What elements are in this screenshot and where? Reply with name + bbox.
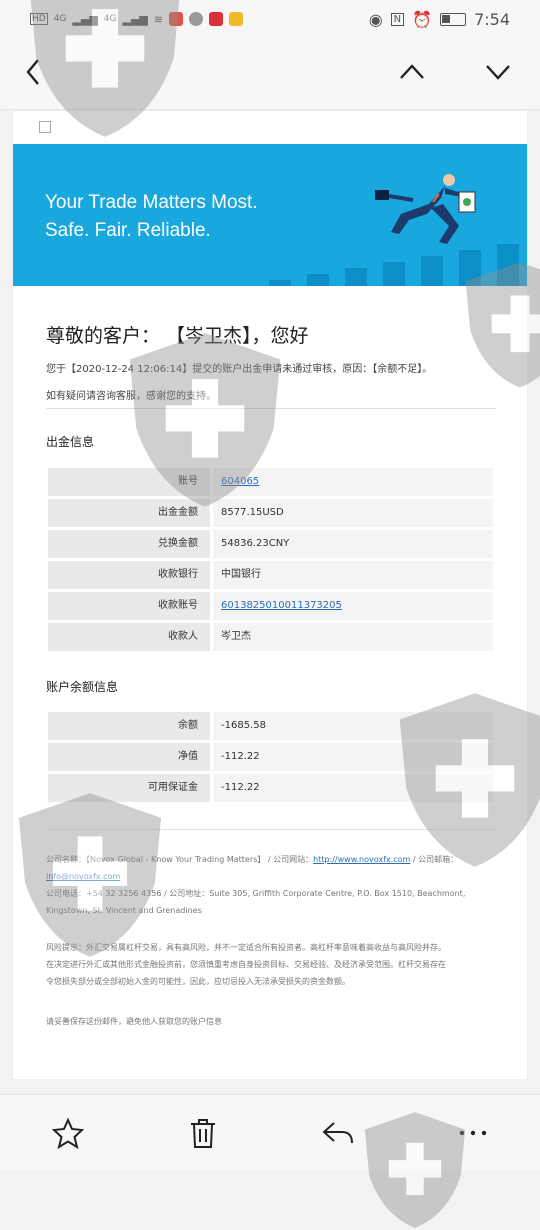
company-phone: 公司电话：+54 32 3256 4356 <box>46 889 162 898</box>
footer-divider <box>46 829 496 830</box>
status-bar: HD 4G ▂▄▆ 4G ▂▄▆ ≋ ◉ N ⏰ 7:54 <box>0 0 540 38</box>
balance-value: -112.22 <box>213 743 493 771</box>
balance-row: 可用保证金 -112.22 <box>48 774 493 802</box>
risk-line-3: 令您损失部分或全部初始入金的可能性，因此，应切忌投入无法承受损失的资金数额。 <box>46 977 350 986</box>
keep-email-notice: 请妥善保存这份邮件，避免他人获取您的账户信息 <box>46 1017 222 1026</box>
withdrawal-label: 账号 <box>48 468 210 496</box>
withdrawal-label: 兑换金额 <box>48 530 210 558</box>
header-banner: Your Trade Matters Most. Safe. Fair. Rel… <box>13 144 527 286</box>
trash-icon[interactable] <box>187 1117 219 1149</box>
balance-label: 可用保证金 <box>48 774 210 802</box>
withdrawal-label: 收款银行 <box>48 561 210 589</box>
chevron-up-icon[interactable] <box>398 60 426 84</box>
withdrawal-value[interactable]: 604065 <box>213 468 493 496</box>
app2-notification-icon <box>209 12 224 26</box>
company-address-line2: Kingstown, St. Vincent and Grenadines <box>46 906 202 915</box>
app-notification-icon <box>169 12 184 26</box>
company-label: 公司名称： <box>46 855 86 864</box>
support-notice: 如有疑问请咨询客服，感谢您的支持。 <box>46 391 216 402</box>
network2-label: 4G <box>103 14 117 24</box>
withdrawal-row: 账号 604065 <box>48 468 493 496</box>
balance-value: -1685.58 <box>213 712 493 740</box>
balance-row: 余额 -1685.58 <box>48 712 493 740</box>
signal2-icon: ▂▄▆ <box>122 12 148 26</box>
balance-table: 余额 -1685.58 净值 -112.22 可用保证金 -112.22 <box>48 712 493 805</box>
chevron-down-icon[interactable] <box>484 60 512 84</box>
mail-notification-icon <box>229 12 244 26</box>
withdrawal-label: 收款账号 <box>48 592 210 620</box>
withdrawal-row: 收款银行 中国银行 <box>48 561 493 589</box>
withdrawal-value: 中国银行 <box>213 561 493 589</box>
withdrawal-value: 岑卫杰 <box>213 623 493 651</box>
sim1-label: HD <box>30 13 48 25</box>
back-icon[interactable] <box>22 56 46 88</box>
rejection-notice: 您于【2020-12-24 12:06:14】提交的账户出金申请未通过审核，原因… <box>46 364 433 375</box>
balance-value: -112.22 <box>213 774 493 802</box>
withdrawal-value: 8577.15USD <box>213 499 493 527</box>
mail-nav-bar <box>0 38 540 110</box>
alarm-icon: ⏰ <box>412 9 433 29</box>
email-link[interactable]: info@novoxfx.com <box>46 872 120 881</box>
withdrawal-section-title: 出金信息 <box>46 435 95 449</box>
risk-line-1: 风险提示：外汇交易属杠杆交易，具有高风险，并不一定适合所有投资者。高杠杆率意味着… <box>46 943 446 952</box>
more-icon[interactable] <box>457 1117 489 1149</box>
withdrawal-row: 收款账号 6013825010011373205 <box>48 592 493 620</box>
wechat-icon <box>189 12 204 26</box>
greeting-heading: 尊敬的客户： 【岑卫杰】，您好 <box>46 325 309 347</box>
balance-section-title: 账户余额信息 <box>46 680 119 694</box>
withdrawal-label: 出金金额 <box>48 499 210 527</box>
balance-row: 净值 -112.22 <box>48 743 493 771</box>
broken-image-icon <box>39 121 51 133</box>
email-label: / 公司邮箱： <box>412 855 459 864</box>
website-link[interactable]: http://www.novoxfx.com <box>313 855 410 864</box>
risk-line-2: 在决定进行外汇或其他形式金融投资前，您须慎重考虑自身投资目标、交易经验、及经济承… <box>46 960 446 969</box>
withdrawal-value[interactable]: 6013825010011373205 <box>213 592 493 620</box>
withdrawal-label: 收款人 <box>48 623 210 651</box>
withdrawal-value: 54836.23CNY <box>213 530 493 558</box>
company-name: 【Novox Global - Know Your Trading Matter… <box>86 855 266 864</box>
risk-warning: 风险提示：外汇交易属杠杆交易，具有高风险，并不一定适合所有投资者。高杠杆率意味着… <box>46 939 506 990</box>
company-address: / 公司地址：Suite 305, Griffith Corporate Cen… <box>163 889 466 898</box>
banner-slogan-2: Safe. Fair. Reliable. <box>45 220 211 241</box>
reply-icon[interactable] <box>322 1117 354 1149</box>
withdrawal-row: 兑换金额 54836.23CNY <box>48 530 493 558</box>
balance-label: 净值 <box>48 743 210 771</box>
wifi-icon: ≋ <box>153 12 164 26</box>
battery-icon <box>440 12 467 26</box>
divider <box>46 408 496 409</box>
withdrawal-table: 账号 604065 出金金额 8577.15USD 兑换金额 54836.23CNY 收款银… <box>48 468 493 654</box>
bottom-action-bar <box>0 1094 540 1170</box>
eye-icon: ◉ <box>368 9 383 29</box>
balance-label: 余额 <box>48 712 210 740</box>
clock-time: 7:54 <box>474 9 510 29</box>
banner-slogan-1: Your Trade Matters Most. <box>45 192 258 213</box>
nfc-icon: N <box>390 12 405 26</box>
withdrawal-row: 出金金额 8577.15USD <box>48 499 493 527</box>
star-icon[interactable] <box>52 1117 84 1149</box>
businessman-running-illustration <box>375 174 476 244</box>
company-info: 公司名称：【Novox Global - Know Your Trading M… <box>46 851 506 919</box>
network1-label: 4G <box>53 14 67 24</box>
website-label: / 公司网站： <box>267 855 314 864</box>
signal-icon: ▂▄▆ <box>72 12 98 26</box>
withdrawal-row: 收款人 岑卫杰 <box>48 623 493 651</box>
email-body: Your Trade Matters Most. Safe. Fair. Rel… <box>12 110 528 1080</box>
